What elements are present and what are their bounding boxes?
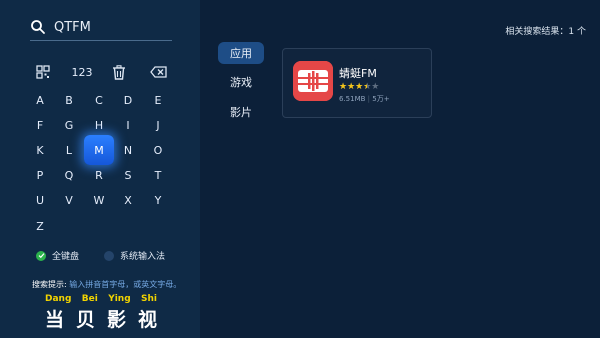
system-input-label: 系统输入法 xyxy=(120,252,166,262)
key[interactable]: R xyxy=(84,164,114,186)
app-downloads: 5万+ xyxy=(372,95,390,103)
key[interactable]: T xyxy=(143,164,173,186)
key[interactable]: B xyxy=(54,89,84,111)
trash-icon xyxy=(113,64,125,80)
key[interactable]: G xyxy=(54,114,84,136)
app-size: 6.51MB xyxy=(339,95,366,103)
key[interactable]: V xyxy=(54,189,84,211)
logo-pinyin-1: Dang xyxy=(45,294,72,304)
key[interactable]: O xyxy=(143,139,173,161)
key[interactable]: W xyxy=(84,189,114,211)
logo-hanzi-4: 视 xyxy=(137,309,157,331)
check-icon xyxy=(36,250,46,261)
logo-pinyin-4: Shi xyxy=(141,294,157,304)
key[interactable]: E xyxy=(143,89,173,111)
search-hint: 搜索提示: 输入拼音首字母，或英文字母。 xyxy=(32,279,181,290)
app-meta: 6.51MB | 5万+ xyxy=(339,95,390,103)
key[interactable]: J xyxy=(143,114,173,136)
backspace-icon xyxy=(149,66,167,78)
key[interactable]: Z xyxy=(25,215,55,237)
key[interactable]: Y xyxy=(143,189,173,211)
logo-hanzi-1: 当 xyxy=(45,309,65,331)
search-query: QTFM xyxy=(54,19,91,35)
logo-pinyin: Dang Bei Ying Shi xyxy=(45,294,157,304)
keyboard-row: Z xyxy=(0,215,200,237)
tab-movies[interactable]: 影片 xyxy=(218,101,264,123)
keyboard-tool-row: 123 xyxy=(0,61,200,83)
logo-hanzi: 当 贝 影 视 xyxy=(45,305,157,332)
key[interactable]: U xyxy=(25,189,55,211)
keyboard-row: F G H I J xyxy=(0,114,200,136)
dragonfly-fm-icon xyxy=(293,61,333,101)
hint-text: 输入拼音首字母，或英文字母。 xyxy=(69,280,182,289)
tab-apps[interactable]: 应用 xyxy=(218,42,264,64)
delete-button[interactable] xyxy=(104,61,134,83)
key[interactable]: D xyxy=(113,89,143,111)
app-icon xyxy=(293,61,333,101)
key[interactable]: I xyxy=(113,114,143,136)
hint-label: 搜索提示: xyxy=(32,280,67,289)
system-input-option[interactable]: 系统输入法 xyxy=(104,249,165,262)
key-selected[interactable]: M xyxy=(84,135,114,165)
keyboard-row: U V W X Y xyxy=(0,189,200,211)
result-card[interactable]: 蜻蜓FM ★★★★★ ★★★★★ 6.51MB | 5万+ xyxy=(282,48,432,118)
radio-icon xyxy=(104,250,114,261)
result-count: 相关搜索结果：1 个 xyxy=(505,27,586,37)
full-keyboard-label: 全键盘 xyxy=(52,252,80,262)
key[interactable]: X xyxy=(113,189,143,211)
key[interactable]: S xyxy=(113,164,143,186)
qr-code-button[interactable] xyxy=(28,61,58,83)
keyboard-row: A B C D E xyxy=(0,89,200,111)
keyboard-panel: QTFM 123 A B C D E F G H I J K L M N O P… xyxy=(0,0,200,338)
full-keyboard-option[interactable]: 全键盘 xyxy=(36,249,79,262)
brand-logo: Dang Bei Ying Shi 当 贝 影 视 xyxy=(45,294,165,332)
key[interactable]: H xyxy=(84,114,114,136)
app-name: 蜻蜓FM xyxy=(339,67,377,80)
backspace-button[interactable] xyxy=(143,61,173,83)
key[interactable]: Q xyxy=(54,164,84,186)
logo-hanzi-2: 贝 xyxy=(75,309,95,331)
rating-stars: ★★★★★ ★★★★★ xyxy=(339,82,379,92)
key[interactable]: N xyxy=(113,139,143,161)
key[interactable]: P xyxy=(25,164,55,186)
key[interactable]: A xyxy=(25,89,55,111)
keyboard-row: P Q R S T xyxy=(0,164,200,186)
key[interactable]: K xyxy=(25,139,55,161)
search-icon xyxy=(31,20,45,34)
search-bar[interactable]: QTFM xyxy=(30,14,172,41)
numeric-key[interactable]: 123 xyxy=(66,61,98,83)
qr-code-icon xyxy=(36,65,50,79)
key[interactable]: L xyxy=(54,139,84,161)
keyboard-row: K L M N O xyxy=(0,135,200,165)
logo-pinyin-2: Bei xyxy=(81,294,98,304)
key[interactable]: F xyxy=(25,114,55,136)
logo-hanzi-3: 影 xyxy=(106,309,126,331)
tab-games[interactable]: 游戏 xyxy=(218,71,264,93)
star-rating-icon: ★★★★★ ★★★★★ xyxy=(339,82,380,92)
logo-pinyin-3: Ying xyxy=(108,294,131,304)
key[interactable]: C xyxy=(84,89,114,111)
